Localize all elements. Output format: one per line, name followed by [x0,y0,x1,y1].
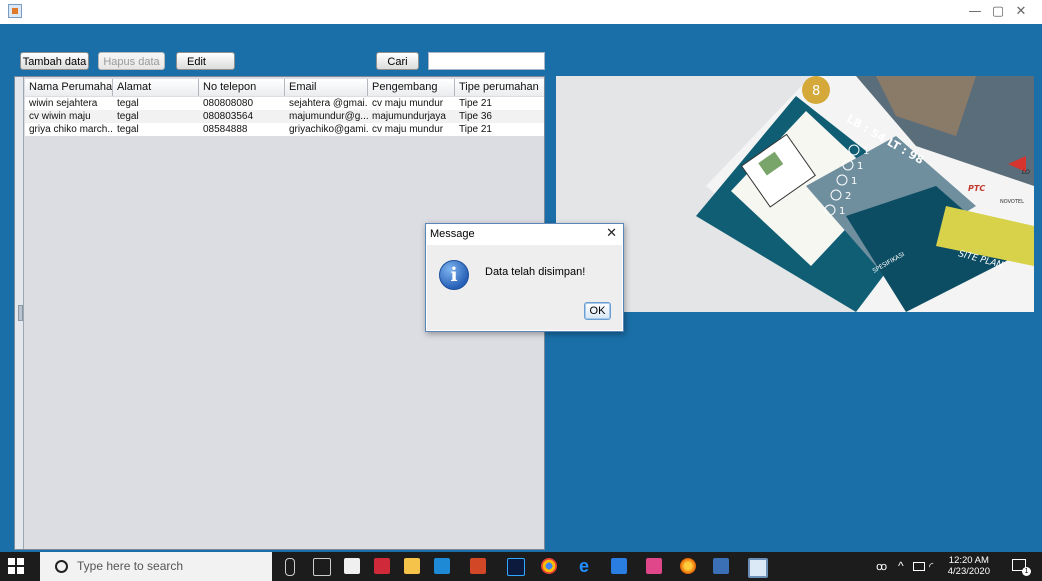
store-icon[interactable] [344,558,360,574]
spec-count: 1 [857,161,863,172]
windows-start-icon[interactable] [8,558,24,574]
spec-count: 1 [839,206,845,217]
table-cell: wiwin sejahtera [29,98,98,109]
cortana-icon [55,560,68,573]
column-header[interactable]: Alamat [113,79,199,96]
novotel-logo-text: NOVOTEL [1000,199,1024,205]
ok-button[interactable]: OK [584,302,611,320]
taskbar-search-placeholder: Type here to search [77,559,184,573]
clock-time: 12:20 AM [948,555,989,566]
award-badge-number: 8 [812,84,820,99]
brochure-image: 8 LB : 54 LT : 98 1 1 1 2 1 SITE PLAN SP… [556,76,1034,312]
taskbar-search-box[interactable]: Type here to search [40,552,272,581]
table-row[interactable]: griya chiko march... tegal 08584888 griy… [25,123,544,136]
table-cell: tegal [117,98,139,109]
edit-button[interactable]: Edit [176,52,235,70]
virtualbox-icon[interactable] [611,558,627,574]
table-cell: cv wiwin maju [29,111,91,122]
dialog-body: i Data telah disimpan! OK [427,245,622,330]
netbeans-icon[interactable] [713,558,729,574]
clock-date: 4/23/2020 [947,566,990,577]
table-cell: Tipe 21 [459,98,492,109]
java-app-taskbar-icon[interactable] [748,558,768,578]
powerpoint-icon[interactable] [470,558,486,574]
table-cell: tegal [117,111,139,122]
dialog-message: Data telah disimpan! [485,266,586,278]
column-header[interactable]: Pengembang [368,79,455,96]
resize-grip[interactable] [18,305,23,321]
firefox-icon[interactable] [680,558,696,574]
table-header: Nama Perumahan Alamat No telepon Email P… [25,79,544,96]
table-body: wiwin sejahtera tegal 080808080 sejahter… [25,97,544,136]
table-cell: tegal [117,124,139,135]
table-cell: griya chiko march... [29,124,113,135]
dialog-title: Message [430,228,475,240]
table-cell: cv maju mundur [372,124,444,135]
table-cell: cv maju mundur [372,98,444,109]
tambah-data-button[interactable]: Tambah data [20,52,89,70]
wifi-icon[interactable]: ◜ [929,560,933,573]
close-window-button[interactable]: ✕ [1006,3,1036,21]
table-cell: majumundur@g... [289,111,368,122]
table-cell: 080808080 [203,98,254,109]
table-cell: Tipe 21 [459,124,492,135]
edge-icon[interactable]: e [576,557,592,575]
search-input[interactable] [428,52,545,70]
cari-button[interactable]: Cari [376,52,419,70]
ptc-logo-text: PTC [968,184,985,193]
info-icon: i [439,260,469,290]
table-cell: majumundurjaya [372,111,446,122]
system-clock[interactable]: 12:20 AM 4/23/2020 [948,555,990,577]
file-explorer-icon[interactable] [404,558,420,574]
microphone-icon[interactable] [285,558,295,576]
java-app-icon [8,4,22,18]
gift-app-icon[interactable] [374,558,390,574]
tray-chevron-icon[interactable]: ^ [898,559,904,573]
window-title-bar: — ▢ ✕ [0,0,1042,24]
brochure-illustration: 8 LB : 54 LT : 98 1 1 1 2 1 SITE PLAN SP… [556,76,1034,312]
taskbar: Type here to search e ꝏ ^ ◜ 12:20 AM 4/2… [0,552,1042,581]
hapus-data-button[interactable]: Hapus data [98,52,165,70]
table-cell: 08584888 [203,124,248,135]
notification-icon[interactable] [1012,559,1031,576]
spec-count: 2 [845,191,851,202]
column-header[interactable]: No telepon [199,79,285,96]
column-header[interactable]: Email [285,79,368,96]
people-icon[interactable]: ꝏ [876,560,887,573]
row-header-strip [15,77,24,549]
column-header[interactable]: Nama Perumahan [25,79,113,96]
chrome-icon[interactable] [541,558,557,574]
photoshop-icon[interactable] [507,558,525,576]
battery-icon[interactable] [913,562,925,571]
lo-text: LO [1022,169,1030,176]
spec-count: 1 [863,146,869,157]
spec-count: 1 [851,176,857,187]
table-row[interactable]: wiwin sejahtera tegal 080808080 sejahter… [25,97,544,110]
column-header[interactable]: Tipe perumahan [455,79,544,96]
table-cell: Tipe 36 [459,111,492,122]
table-cell: griyachiko@gami... [289,124,368,135]
table-row[interactable]: cv wiwin maju tegal 080803564 majumundur… [25,110,544,123]
message-dialog: Message ✕ i Data telah disimpan! OK [425,223,624,332]
table-cell: sejahtera @gmai... [289,98,368,109]
dialog-close-button[interactable]: ✕ [606,226,617,242]
task-view-icon[interactable] [313,558,331,576]
table-cell: 080803564 [203,111,254,122]
mail-icon[interactable] [434,558,450,574]
app-icon[interactable] [646,558,662,574]
